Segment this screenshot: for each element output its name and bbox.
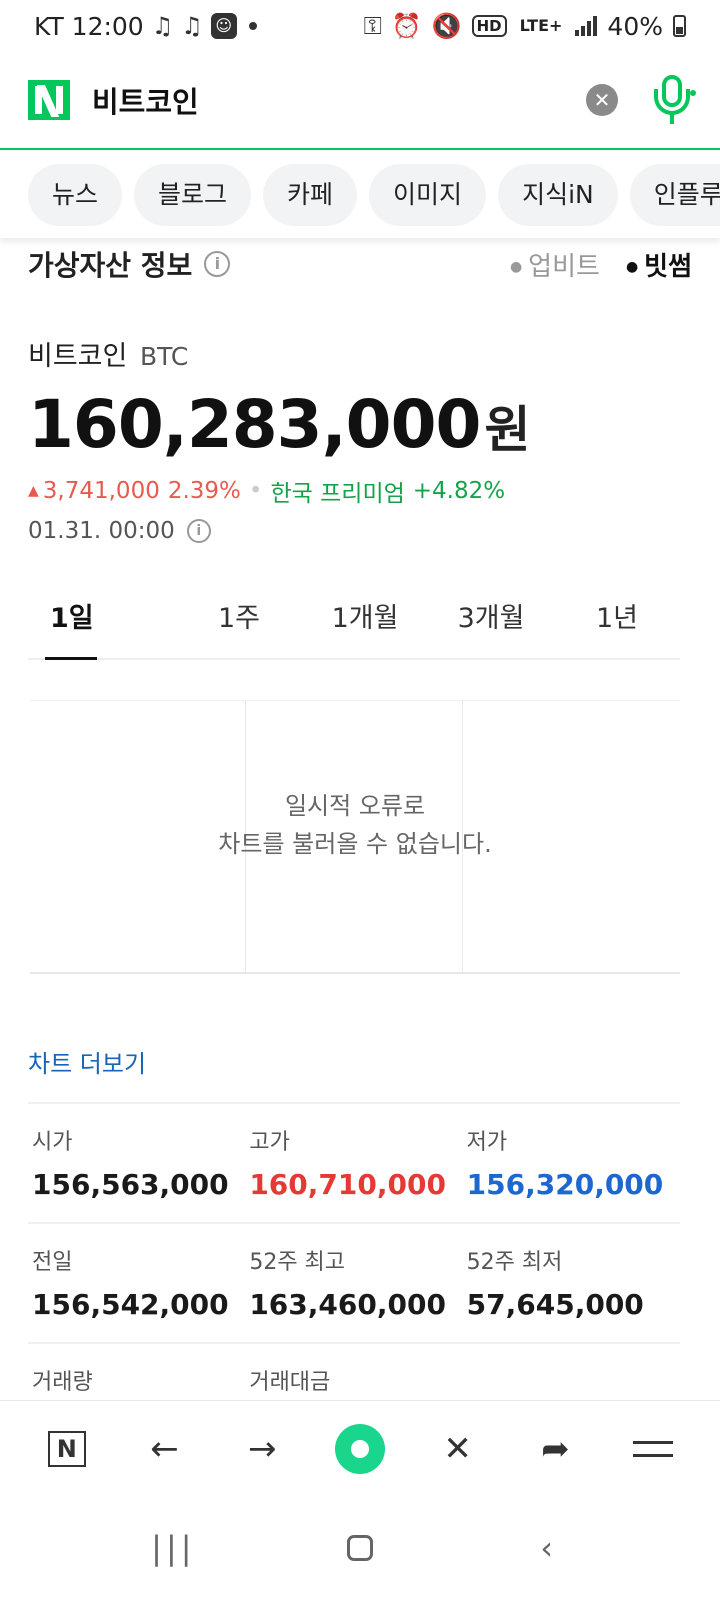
music-note-icon: ♫ bbox=[151, 12, 174, 40]
stats-row: 전일 156,542,000 52주 최고 163,460,000 52주 최저… bbox=[28, 1222, 680, 1342]
stat-low: 저가 156,320,000 bbox=[466, 1130, 664, 1201]
price-change: ▲ 3,741,000 2.39% • 한국 프리미엄 +4.82% bbox=[28, 474, 505, 508]
exchange-upbit[interactable]: ● 업비트 bbox=[510, 246, 600, 283]
stat-prev-close: 전일 156,542,000 bbox=[32, 1250, 229, 1321]
price-value: 160,283,000 bbox=[28, 386, 481, 463]
tab-1year[interactable]: 1년 bbox=[554, 588, 680, 658]
forward-arrow-icon[interactable]: → bbox=[232, 1419, 292, 1479]
tab-cafe[interactable]: 카페 bbox=[263, 164, 358, 226]
separator-dot: • bbox=[248, 478, 263, 504]
stat-52w-high: 52주 최고 163,460,000 bbox=[249, 1250, 446, 1321]
section-title: 가상자산 정보 bbox=[28, 249, 193, 282]
alarm-icon: ⏰ bbox=[391, 12, 422, 40]
tab-1week[interactable]: 1주 bbox=[176, 588, 302, 658]
exchange-bithumb[interactable]: ● 빗썸 bbox=[626, 246, 692, 283]
tab-3month[interactable]: 3개월 bbox=[428, 588, 554, 658]
category-tabs: 뉴스 블로그 카페 이미지 지식iN 인플루 bbox=[0, 152, 720, 238]
info-icon[interactable]: i bbox=[186, 519, 211, 543]
stat-high: 고가 160,710,000 bbox=[249, 1130, 446, 1201]
period-tabs: 1일 1주 1개월 3개월 1년 bbox=[28, 588, 680, 660]
chart-error-message: 일시적 오류로 차트를 불러올 수 없습니다. bbox=[218, 792, 492, 858]
home-icon[interactable] bbox=[330, 1535, 390, 1561]
music-note-icon: ♫ bbox=[181, 12, 203, 40]
back-icon[interactable]: ‹ bbox=[517, 1529, 577, 1567]
mic-icon[interactable] bbox=[652, 75, 696, 125]
coin-name: 비트코인 BTC bbox=[28, 341, 189, 372]
system-nav-bar: ||| ‹ bbox=[0, 1496, 720, 1600]
tab-influencer[interactable]: 인플루 bbox=[629, 164, 720, 226]
premium-label: 한국 프리미엄 bbox=[270, 481, 405, 507]
premium-value: +4.82% bbox=[412, 478, 506, 504]
key-icon: ⚿ bbox=[363, 12, 382, 40]
tab-kin[interactable]: 지식iN bbox=[498, 164, 618, 226]
up-triangle-icon: ▲ bbox=[28, 483, 39, 499]
tab-news[interactable]: 뉴스 bbox=[28, 164, 123, 226]
stats-row: 시가 156,563,000 고가 160,710,000 저가 156,320… bbox=[28, 1102, 680, 1222]
search-input[interactable]: 비트코인 bbox=[92, 79, 586, 121]
app-notification-icon: ☺ bbox=[210, 13, 237, 39]
clear-search-button[interactable]: ✕ bbox=[586, 84, 618, 116]
stat-52w-low: 52주 최저 57,645,000 bbox=[466, 1250, 644, 1321]
mute-icon: 🔇 bbox=[431, 12, 462, 40]
more-chart-link[interactable]: 차트 더보기 bbox=[28, 1044, 146, 1079]
change-percent: 2.39% bbox=[167, 478, 241, 504]
coin-price: 160,283,000 원 bbox=[28, 386, 530, 463]
info-icon[interactable]: i bbox=[204, 251, 231, 277]
tab-1day[interactable]: 1일 bbox=[28, 588, 176, 660]
lte-icon: LTE+ bbox=[519, 16, 563, 35]
price-timestamp: 01.31. 00:00 i bbox=[28, 518, 211, 544]
recent-apps-icon[interactable]: ||| bbox=[143, 1529, 203, 1567]
tab-image[interactable]: 이미지 bbox=[369, 164, 487, 226]
price-unit: 원 bbox=[484, 401, 531, 459]
green-dot-icon[interactable] bbox=[330, 1419, 390, 1479]
dot-icon bbox=[248, 22, 257, 30]
hd-icon: HD bbox=[471, 15, 507, 37]
share-icon[interactable]: ➦ bbox=[525, 1419, 585, 1479]
section-header: 가상자산 정보 i ● 업비트 ● 빗썸 bbox=[28, 244, 692, 284]
change-amount: 3,741,000 bbox=[42, 478, 160, 504]
menu-icon[interactable] bbox=[623, 1419, 683, 1479]
carrier-time: KT 12:00 bbox=[34, 11, 144, 41]
coin-ticker: BTC bbox=[139, 342, 189, 371]
battery-percent: 40% bbox=[607, 11, 663, 41]
tab-blog[interactable]: 블로그 bbox=[134, 164, 252, 226]
battery-icon bbox=[673, 15, 686, 37]
stat-open: 시가 156,563,000 bbox=[32, 1130, 229, 1201]
status-bar: KT 12:00 ♫ ♫ ☺ ⚿ ⏰ 🔇 HD LTE+ 40% bbox=[0, 0, 720, 52]
signal-icon bbox=[575, 16, 598, 36]
exchange-selector: ● 업비트 ● 빗썸 bbox=[510, 246, 692, 283]
back-arrow-icon[interactable]: ← bbox=[135, 1419, 195, 1479]
naver-logo[interactable] bbox=[28, 80, 70, 120]
browser-toolbar: N ← → ✕ ➦ bbox=[0, 1400, 720, 1496]
close-icon[interactable]: ✕ bbox=[428, 1419, 488, 1479]
naver-home-icon[interactable]: N bbox=[37, 1419, 97, 1479]
search-bar: 비트코인 ✕ bbox=[0, 52, 720, 150]
tab-1month[interactable]: 1개월 bbox=[302, 588, 428, 658]
price-chart: 일시적 오류로 차트를 불러올 수 없습니다. bbox=[30, 700, 680, 974]
